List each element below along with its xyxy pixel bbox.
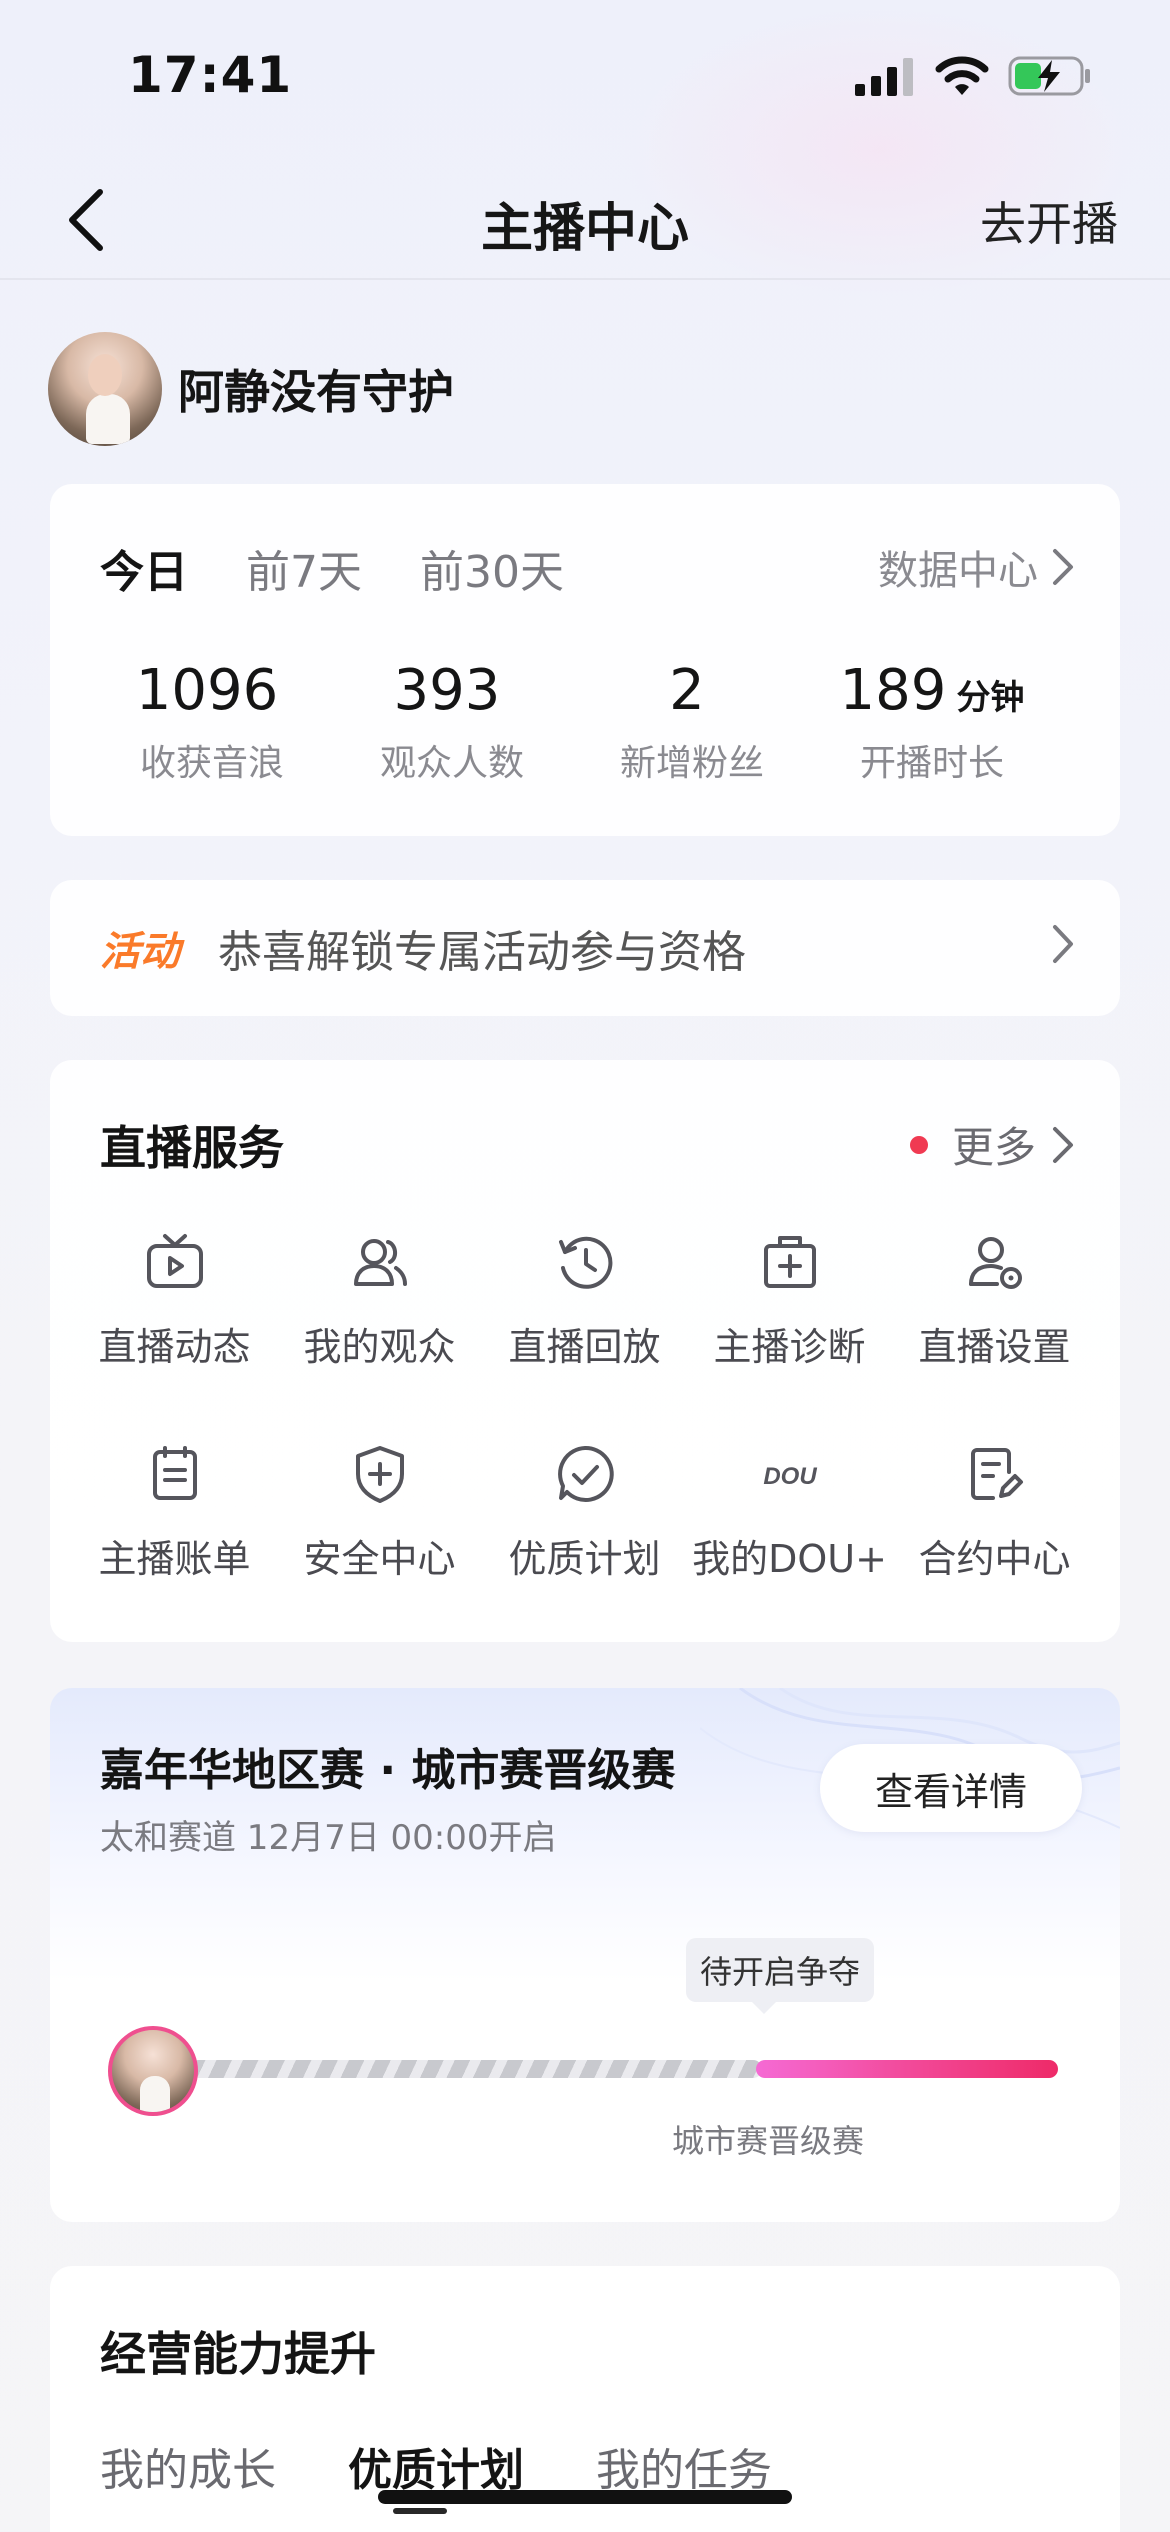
activity-banner[interactable]: 活动 恭喜解锁专属活动参与资格 xyxy=(50,880,1120,1016)
start-live-button[interactable]: 去开播 xyxy=(980,188,1118,254)
stat-value: 393 xyxy=(393,658,501,723)
stat-value: 2 xyxy=(669,658,705,723)
stat-viewers[interactable]: 393 观众人数 xyxy=(332,656,572,786)
status-time: 17:41 xyxy=(128,46,293,104)
profile-header[interactable]: 阿静没有守护 xyxy=(48,332,454,446)
service-label: 我的观众 xyxy=(303,1325,456,1369)
battery-charging-icon xyxy=(1008,56,1090,96)
service-label: 安全中心 xyxy=(303,1537,456,1581)
service-label: 直播动态 xyxy=(98,1325,251,1369)
profile-name: 阿静没有守护 xyxy=(178,365,454,419)
service-anchor-diagnosis[interactable]: 主播诊断 xyxy=(687,1230,892,1442)
bill-icon xyxy=(152,1446,197,1500)
activity-text: 恭喜解锁专属活动参与资格 xyxy=(218,927,746,978)
stat-live-duration[interactable]: 189 分钟 开播时长 xyxy=(812,656,1052,786)
data-center-label: 数据中心 xyxy=(878,548,1038,594)
service-contract-center[interactable]: 合约中心 xyxy=(892,1442,1097,1654)
tab-my-tasks[interactable]: 我的任务 xyxy=(596,2434,772,2498)
activity-tag: 活动 xyxy=(100,929,180,975)
service-quality-plan[interactable]: 优质计划 xyxy=(482,1442,687,1654)
carnival-competition-card: 嘉年华地区赛 · 城市赛晋级赛 太和赛道 12月7日 00:00开启 查看详情 … xyxy=(50,1688,1120,2222)
check-bubble-icon xyxy=(557,1445,614,1502)
notification-dot xyxy=(909,1135,928,1154)
tab-my-growth[interactable]: 我的成长 xyxy=(100,2434,276,2498)
progress-fill xyxy=(756,2060,1058,2078)
more-link[interactable]: 更多 xyxy=(909,1114,1074,1175)
progress-avatar xyxy=(108,2026,198,2116)
stat-label: 收获音浪 xyxy=(139,743,284,784)
carnival-subtitle: 太和赛道 12月7日 00:00开启 xyxy=(100,1818,557,1858)
growth-tabs: 我的成长 优质计划 我的任务 xyxy=(100,2434,772,2498)
user-settings-icon xyxy=(968,1237,1022,1289)
service-security-center[interactable]: 安全中心 xyxy=(277,1442,482,1654)
users-icon xyxy=(353,1239,407,1286)
stat-label: 新增粉丝 xyxy=(619,743,764,784)
tv-play-icon xyxy=(146,1234,203,1288)
wifi-icon xyxy=(935,56,989,95)
status-bar: 17:41 xyxy=(0,0,1170,150)
service-my-audience[interactable]: 我的观众 xyxy=(277,1230,482,1442)
stage-tooltip: 待开启争夺 xyxy=(686,1938,875,2014)
svg-text:DOU: DOU xyxy=(763,1463,817,1490)
period-tabs: 今日 前7天 前30天 xyxy=(100,536,564,600)
stat-new-fans[interactable]: 2 新增粉丝 xyxy=(572,656,812,786)
services-grid: 直播动态 我的观众 直播回放 主播诊断 直播设置 主播账单 安全中心 优质计划 … xyxy=(50,1230,1120,1654)
chevron-right-icon xyxy=(1053,1126,1073,1163)
stats-row: 1096 收获音浪 393 观众人数 2 新增粉丝 189 分钟 开播时长 xyxy=(50,656,1120,786)
avatar[interactable] xyxy=(48,332,162,446)
section-title: 经营能力提升 xyxy=(100,2327,376,2381)
service-label: 我的DOU+ xyxy=(692,1537,887,1581)
tab-30-days[interactable]: 前30天 xyxy=(420,536,564,600)
service-live-settings[interactable]: 直播设置 xyxy=(892,1230,1097,1442)
service-live-feed[interactable]: 直播动态 xyxy=(72,1230,277,1442)
cellular-signal-icon xyxy=(855,58,913,96)
medical-kit-icon xyxy=(763,1236,816,1288)
service-label: 主播账单 xyxy=(98,1537,251,1581)
stats-card: 今日 前7天 前30天 数据中心 1096 收获音浪 393 观众人数 2 新增… xyxy=(50,484,1120,836)
chevron-right-icon xyxy=(1053,549,1073,585)
contract-edit-icon xyxy=(970,1448,1023,1500)
service-my-dou-plus[interactable]: DOU 我的DOU+ xyxy=(687,1442,892,1654)
home-indicator[interactable] xyxy=(378,2490,792,2504)
navigation-bar: 主播中心 去开播 xyxy=(0,160,1170,280)
tab-underline xyxy=(393,2508,447,2514)
service-label: 合约中心 xyxy=(918,1537,1071,1581)
section-title: 直播服务 xyxy=(100,1121,284,1175)
history-clock-icon xyxy=(558,1236,612,1289)
service-anchor-bill[interactable]: 主播账单 xyxy=(72,1442,277,1654)
stat-value: 189 分钟 xyxy=(839,658,1025,723)
data-center-link[interactable]: 数据中心 xyxy=(878,538,1074,596)
view-details-button[interactable]: 查看详情 xyxy=(820,1744,1082,1832)
stat-value: 1096 xyxy=(135,658,279,723)
service-live-replay[interactable]: 直播回放 xyxy=(482,1230,687,1442)
shield-plus-icon xyxy=(355,1446,404,1503)
service-label: 优质计划 xyxy=(508,1537,661,1581)
service-label: 直播回放 xyxy=(508,1325,661,1369)
stat-sound-waves[interactable]: 1096 收获音浪 xyxy=(92,656,332,786)
carnival-title: 嘉年华地区赛 · 城市赛晋级赛 xyxy=(100,1745,676,1796)
stage-label: 城市赛晋级赛 xyxy=(672,2122,865,2160)
dou-plus-icon: DOU xyxy=(763,1463,817,1490)
tab-today[interactable]: 今日 xyxy=(100,536,188,600)
stat-label: 开播时长 xyxy=(859,743,1004,784)
live-services-card: 直播服务 更多 直播动态 我的观众 直播回放 主播诊断 直播设置 主播账单 安全… xyxy=(50,1060,1120,1642)
tab-quality-plan[interactable]: 优质计划 xyxy=(348,2434,524,2498)
stat-label: 观众人数 xyxy=(379,743,524,784)
more-label: 更多 xyxy=(951,1123,1036,1172)
chevron-right-icon xyxy=(1053,925,1073,963)
service-label: 主播诊断 xyxy=(713,1325,866,1369)
service-label: 直播设置 xyxy=(918,1325,1071,1369)
progress-track xyxy=(190,2060,762,2078)
tab-7-days[interactable]: 前7天 xyxy=(246,536,362,600)
